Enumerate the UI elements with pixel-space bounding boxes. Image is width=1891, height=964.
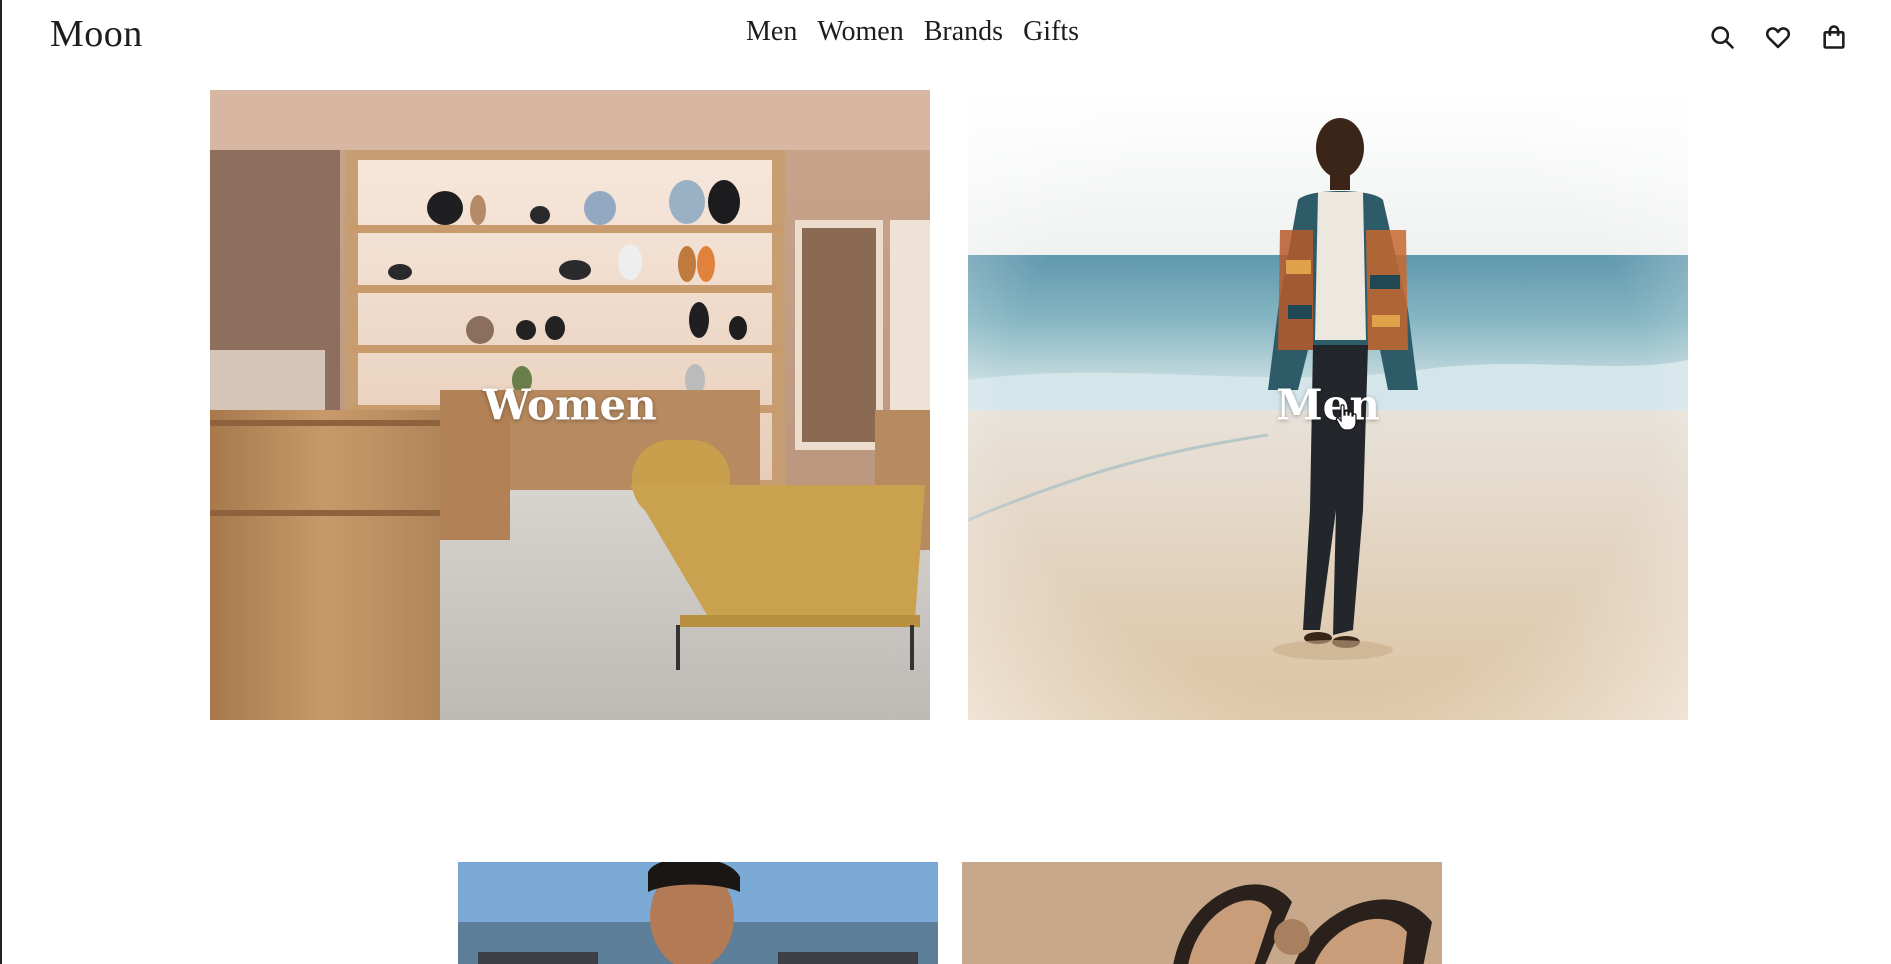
search-icon[interactable] bbox=[1707, 22, 1737, 52]
bottom-right-tile[interactable] bbox=[962, 862, 1442, 964]
nav-link-men[interactable]: Men bbox=[746, 16, 797, 48]
heart-icon[interactable] bbox=[1763, 22, 1793, 52]
shopping-bag-icon[interactable] bbox=[1819, 22, 1849, 52]
site-logo[interactable]: Moon bbox=[50, 12, 143, 56]
bottom-left-image bbox=[458, 862, 938, 964]
women-category-tile[interactable]: Women bbox=[210, 90, 930, 720]
page: Moon Men Women Brands Gifts Women Men bbox=[0, 0, 1891, 964]
bottom-right-image bbox=[962, 862, 1442, 964]
nav-link-women[interactable]: Women bbox=[817, 16, 903, 48]
men-category-tile[interactable]: Men bbox=[968, 90, 1688, 720]
men-tile-label: Men bbox=[1276, 380, 1380, 430]
bottom-left-tile[interactable] bbox=[458, 862, 938, 964]
main-nav: Men Women Brands Gifts bbox=[746, 16, 1079, 48]
site-header: Moon Men Women Brands Gifts bbox=[2, 0, 1891, 76]
header-icons bbox=[1707, 22, 1849, 52]
nav-link-brands[interactable]: Brands bbox=[924, 16, 1003, 48]
women-tile-label: Women bbox=[483, 380, 657, 430]
nav-link-gifts[interactable]: Gifts bbox=[1023, 16, 1079, 48]
